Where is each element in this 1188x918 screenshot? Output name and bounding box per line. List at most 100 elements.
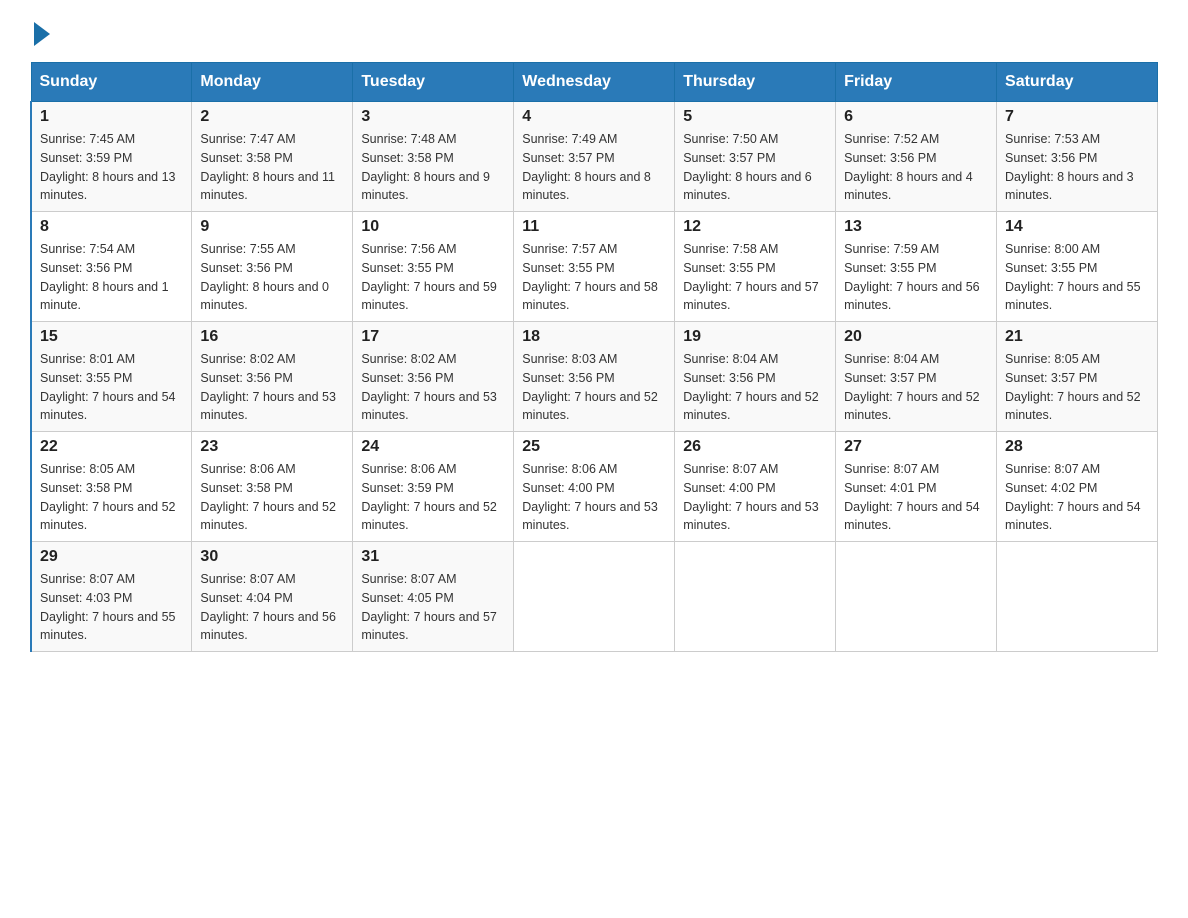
day-number: 24 (361, 438, 505, 456)
day-number: 12 (683, 218, 827, 236)
day-info: Sunrise: 8:07 AMSunset: 4:01 PMDaylight:… (844, 460, 988, 535)
day-number: 4 (522, 108, 666, 126)
day-info: Sunrise: 8:03 AMSunset: 3:56 PMDaylight:… (522, 350, 666, 425)
day-info: Sunrise: 8:07 AMSunset: 4:02 PMDaylight:… (1005, 460, 1149, 535)
day-number: 30 (200, 548, 344, 566)
calendar-cell: 28 Sunrise: 8:07 AMSunset: 4:02 PMDayligh… (997, 432, 1158, 542)
day-info: Sunrise: 8:07 AMSunset: 4:00 PMDaylight:… (683, 460, 827, 535)
day-info: Sunrise: 8:06 AMSunset: 4:00 PMDaylight:… (522, 460, 666, 535)
day-info: Sunrise: 7:48 AMSunset: 3:58 PMDaylight:… (361, 130, 505, 205)
day-info: Sunrise: 7:57 AMSunset: 3:55 PMDaylight:… (522, 240, 666, 315)
calendar-cell: 11Sunrise: 7:57 AMSunset: 3:55 PMDayligh… (514, 212, 675, 322)
day-info: Sunrise: 8:06 AMSunset: 3:58 PMDaylight:… (200, 460, 344, 535)
calendar-cell: 9 Sunrise: 7:55 AMSunset: 3:56 PMDaylight… (192, 212, 353, 322)
day-number: 21 (1005, 328, 1149, 346)
day-number: 9 (200, 218, 344, 236)
calendar-cell: 20Sunrise: 8:04 AMSunset: 3:57 PMDayligh… (836, 322, 997, 432)
day-info: Sunrise: 8:04 AMSunset: 3:56 PMDaylight:… (683, 350, 827, 425)
calendar-week-row: 8 Sunrise: 7:54 AMSunset: 3:56 PMDaylight… (31, 212, 1158, 322)
calendar-cell: 22 Sunrise: 8:05 AMSunset: 3:58 PMDayligh… (31, 432, 192, 542)
calendar-cell: 1 Sunrise: 7:45 AMSunset: 3:59 PMDaylight… (31, 102, 192, 212)
column-header-sunday: Sunday (31, 63, 192, 102)
calendar-week-row: 29Sunrise: 8:07 AMSunset: 4:03 PMDayligh… (31, 542, 1158, 652)
day-info: Sunrise: 7:54 AMSunset: 3:56 PMDaylight:… (40, 240, 183, 315)
day-number: 1 (40, 108, 183, 126)
day-info: Sunrise: 8:07 AMSunset: 4:05 PMDaylight:… (361, 570, 505, 645)
column-header-friday: Friday (836, 63, 997, 102)
day-number: 3 (361, 108, 505, 126)
calendar-cell: 14Sunrise: 8:00 AMSunset: 3:55 PMDayligh… (997, 212, 1158, 322)
column-header-wednesday: Wednesday (514, 63, 675, 102)
logo-arrow-icon (34, 22, 50, 46)
calendar-cell: 24 Sunrise: 8:06 AMSunset: 3:59 PMDayligh… (353, 432, 514, 542)
calendar-cell: 8 Sunrise: 7:54 AMSunset: 3:56 PMDaylight… (31, 212, 192, 322)
day-number: 18 (522, 328, 666, 346)
day-info: Sunrise: 8:01 AMSunset: 3:55 PMDaylight:… (40, 350, 183, 425)
calendar-cell: 5Sunrise: 7:50 AMSunset: 3:57 PMDaylight… (675, 102, 836, 212)
column-header-monday: Monday (192, 63, 353, 102)
calendar-cell: 2 Sunrise: 7:47 AMSunset: 3:58 PMDaylight… (192, 102, 353, 212)
calendar-cell: 7Sunrise: 7:53 AMSunset: 3:56 PMDaylight… (997, 102, 1158, 212)
day-number: 10 (361, 218, 505, 236)
calendar-cell: 6Sunrise: 7:52 AMSunset: 3:56 PMDaylight… (836, 102, 997, 212)
calendar-week-row: 15 Sunrise: 8:01 AMSunset: 3:55 PMDayligh… (31, 322, 1158, 432)
calendar-cell: 21 Sunrise: 8:05 AMSunset: 3:57 PMDayligh… (997, 322, 1158, 432)
day-number: 8 (40, 218, 183, 236)
day-number: 15 (40, 328, 183, 346)
calendar-week-row: 1 Sunrise: 7:45 AMSunset: 3:59 PMDaylight… (31, 102, 1158, 212)
day-info: Sunrise: 7:59 AMSunset: 3:55 PMDaylight:… (844, 240, 988, 315)
calendar-header-row: SundayMondayTuesdayWednesdayThursdayFrid… (31, 63, 1158, 102)
day-info: Sunrise: 7:58 AMSunset: 3:55 PMDaylight:… (683, 240, 827, 315)
day-number: 28 (1005, 438, 1149, 456)
calendar-cell: 13Sunrise: 7:59 AMSunset: 3:55 PMDayligh… (836, 212, 997, 322)
column-header-saturday: Saturday (997, 63, 1158, 102)
calendar-cell: 12 Sunrise: 7:58 AMSunset: 3:55 PMDayligh… (675, 212, 836, 322)
calendar-cell: 19 Sunrise: 8:04 AMSunset: 3:56 PMDayligh… (675, 322, 836, 432)
page-header (30, 20, 1158, 42)
day-number: 26 (683, 438, 827, 456)
day-info: Sunrise: 7:56 AMSunset: 3:55 PMDaylight:… (361, 240, 505, 315)
calendar-cell: 4 Sunrise: 7:49 AMSunset: 3:57 PMDaylight… (514, 102, 675, 212)
day-info: Sunrise: 8:02 AMSunset: 3:56 PMDaylight:… (200, 350, 344, 425)
calendar-cell: 17Sunrise: 8:02 AMSunset: 3:56 PMDayligh… (353, 322, 514, 432)
day-number: 27 (844, 438, 988, 456)
day-number: 16 (200, 328, 344, 346)
day-number: 19 (683, 328, 827, 346)
day-info: Sunrise: 8:00 AMSunset: 3:55 PMDaylight:… (1005, 240, 1149, 315)
calendar-cell: 29Sunrise: 8:07 AMSunset: 4:03 PMDayligh… (31, 542, 192, 652)
calendar-cell: 15 Sunrise: 8:01 AMSunset: 3:55 PMDayligh… (31, 322, 192, 432)
calendar-cell (836, 542, 997, 652)
day-info: Sunrise: 8:05 AMSunset: 3:57 PMDaylight:… (1005, 350, 1149, 425)
calendar-cell (514, 542, 675, 652)
day-info: Sunrise: 8:02 AMSunset: 3:56 PMDaylight:… (361, 350, 505, 425)
calendar-cell: 18 Sunrise: 8:03 AMSunset: 3:56 PMDayligh… (514, 322, 675, 432)
day-info: Sunrise: 8:05 AMSunset: 3:58 PMDaylight:… (40, 460, 183, 535)
day-number: 2 (200, 108, 344, 126)
calendar-cell: 30Sunrise: 8:07 AMSunset: 4:04 PMDayligh… (192, 542, 353, 652)
day-info: Sunrise: 7:55 AMSunset: 3:56 PMDaylight:… (200, 240, 344, 315)
day-info: Sunrise: 7:49 AMSunset: 3:57 PMDaylight:… (522, 130, 666, 205)
calendar-table: SundayMondayTuesdayWednesdayThursdayFrid… (30, 62, 1158, 652)
logo (30, 20, 50, 42)
day-number: 22 (40, 438, 183, 456)
calendar-cell: 23 Sunrise: 8:06 AMSunset: 3:58 PMDayligh… (192, 432, 353, 542)
day-info: Sunrise: 7:52 AMSunset: 3:56 PMDaylight:… (844, 130, 988, 205)
day-info: Sunrise: 7:53 AMSunset: 3:56 PMDaylight:… (1005, 130, 1149, 205)
calendar-cell: 10 Sunrise: 7:56 AMSunset: 3:55 PMDayligh… (353, 212, 514, 322)
day-info: Sunrise: 7:47 AMSunset: 3:58 PMDaylight:… (200, 130, 344, 205)
calendar-cell (997, 542, 1158, 652)
day-number: 20 (844, 328, 988, 346)
day-info: Sunrise: 8:06 AMSunset: 3:59 PMDaylight:… (361, 460, 505, 535)
day-number: 29 (40, 548, 183, 566)
calendar-cell: 3 Sunrise: 7:48 AMSunset: 3:58 PMDaylight… (353, 102, 514, 212)
calendar-week-row: 22 Sunrise: 8:05 AMSunset: 3:58 PMDayligh… (31, 432, 1158, 542)
day-number: 23 (200, 438, 344, 456)
day-info: Sunrise: 7:45 AMSunset: 3:59 PMDaylight:… (40, 130, 183, 205)
calendar-cell: 25Sunrise: 8:06 AMSunset: 4:00 PMDayligh… (514, 432, 675, 542)
column-header-thursday: Thursday (675, 63, 836, 102)
calendar-cell: 16 Sunrise: 8:02 AMSunset: 3:56 PMDayligh… (192, 322, 353, 432)
calendar-cell: 31 Sunrise: 8:07 AMSunset: 4:05 PMDayligh… (353, 542, 514, 652)
day-number: 31 (361, 548, 505, 566)
calendar-cell: 26 Sunrise: 8:07 AMSunset: 4:00 PMDayligh… (675, 432, 836, 542)
calendar-cell (675, 542, 836, 652)
